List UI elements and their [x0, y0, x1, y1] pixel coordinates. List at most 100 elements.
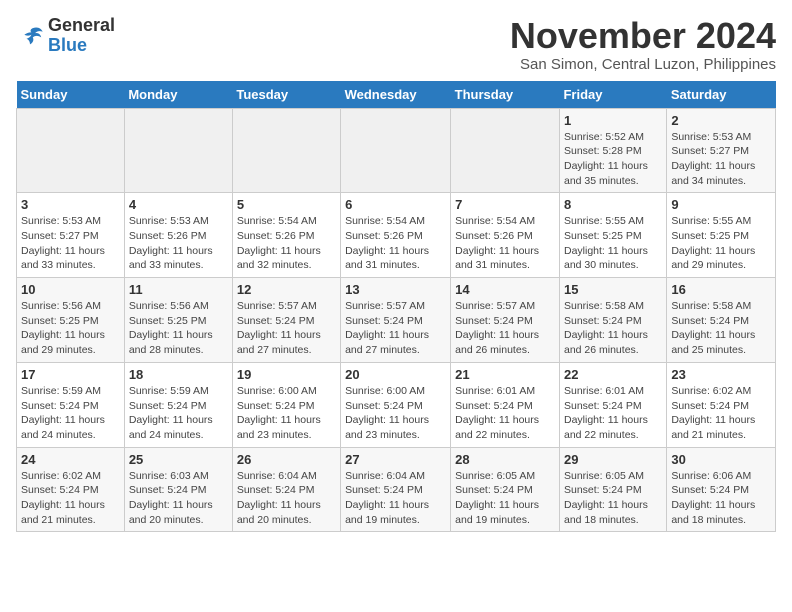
weekday-header-thursday: Thursday [451, 81, 560, 109]
calendar-cell: 14Sunrise: 5:57 AM Sunset: 5:24 PM Dayli… [451, 278, 560, 363]
calendar-table: SundayMondayTuesdayWednesdayThursdayFrid… [16, 81, 776, 533]
day-number: 26 [237, 452, 336, 467]
day-number: 17 [21, 367, 120, 382]
calendar-cell: 10 Sunrise: 5:56 AM Sunset: 5:25 PM Dayli… [17, 278, 125, 363]
day-number: 9 [671, 197, 771, 212]
day-info: Sunrise: 5:54 AM Sunset: 5:26 PM Dayligh… [455, 214, 555, 273]
day-number: 27 [345, 452, 446, 467]
day-number: 25 [129, 452, 228, 467]
weekday-header-monday: Monday [124, 81, 232, 109]
day-info: Sunrise: 6:00 AM Sunset: 5:24 PM Dayligh… [237, 384, 336, 443]
location-subtitle: San Simon, Central Luzon, Philippines [510, 56, 776, 73]
day-info: Sunrise: 5:58 AM Sunset: 5:24 PM Dayligh… [671, 299, 771, 358]
day-number: 2 [671, 113, 771, 128]
calendar-cell: 24 Sunrise: 6:02 AM Sunset: 5:24 PM Dayli… [17, 447, 125, 532]
calendar-cell: 17 Sunrise: 5:59 AM Sunset: 5:24 PM Dayli… [17, 362, 125, 447]
calendar-week-1: 1Sunrise: 5:52 AM Sunset: 5:28 PM Daylig… [17, 108, 776, 193]
logo-general: General [48, 15, 115, 35]
day-info: Sunrise: 5:57 AM Sunset: 5:24 PM Dayligh… [455, 299, 555, 358]
day-number: 22 [564, 367, 662, 382]
page-header: General Blue November 2024 San Simon, Ce… [16, 16, 776, 73]
day-number: 6 [345, 197, 446, 212]
calendar-cell: 11Sunrise: 5:56 AM Sunset: 5:25 PM Dayli… [124, 278, 232, 363]
day-number: 8 [564, 197, 662, 212]
weekday-header-tuesday: Tuesday [232, 81, 340, 109]
day-number: 18 [129, 367, 228, 382]
day-info: Sunrise: 5:55 AM Sunset: 5:25 PM Dayligh… [564, 214, 662, 273]
day-info: Sunrise: 5:58 AM Sunset: 5:24 PM Dayligh… [564, 299, 662, 358]
day-number: 12 [237, 282, 336, 297]
title-area: November 2024 San Simon, Central Luzon, … [510, 16, 776, 73]
calendar-cell: 19 Sunrise: 6:00 AM Sunset: 5:24 PM Dayli… [232, 362, 340, 447]
day-info: Sunrise: 6:02 AM Sunset: 5:24 PM Dayligh… [671, 384, 771, 443]
calendar-cell: 16 Sunrise: 5:58 AM Sunset: 5:24 PM Dayli… [667, 278, 776, 363]
calendar-cell: 2Sunrise: 5:53 AM Sunset: 5:27 PM Daylig… [667, 108, 776, 193]
day-number: 23 [671, 367, 771, 382]
calendar-week-3: 10 Sunrise: 5:56 AM Sunset: 5:25 PM Dayli… [17, 278, 776, 363]
day-number: 29 [564, 452, 662, 467]
day-number: 3 [21, 197, 120, 212]
day-info: Sunrise: 5:57 AM Sunset: 5:24 PM Dayligh… [345, 299, 446, 358]
calendar-week-5: 24 Sunrise: 6:02 AM Sunset: 5:24 PM Dayli… [17, 447, 776, 532]
day-info: Sunrise: 5:54 AM Sunset: 5:26 PM Dayligh… [237, 214, 336, 273]
day-info: Sunrise: 5:53 AM Sunset: 5:27 PM Dayligh… [21, 214, 120, 273]
day-number: 13 [345, 282, 446, 297]
day-number: 16 [671, 282, 771, 297]
calendar-cell: 30Sunrise: 6:06 AM Sunset: 5:24 PM Dayli… [667, 447, 776, 532]
day-number: 24 [21, 452, 120, 467]
calendar-cell: 28Sunrise: 6:05 AM Sunset: 5:24 PM Dayli… [451, 447, 560, 532]
calendar-cell: 25 Sunrise: 6:03 AM Sunset: 5:24 PM Dayli… [124, 447, 232, 532]
calendar-cell: 1Sunrise: 5:52 AM Sunset: 5:28 PM Daylig… [559, 108, 666, 193]
day-number: 11 [129, 282, 228, 297]
calendar-cell: 23 Sunrise: 6:02 AM Sunset: 5:24 PM Dayli… [667, 362, 776, 447]
month-title: November 2024 [510, 16, 776, 56]
calendar-cell [17, 108, 125, 193]
day-info: Sunrise: 6:01 AM Sunset: 5:24 PM Dayligh… [455, 384, 555, 443]
calendar-cell: 26 Sunrise: 6:04 AM Sunset: 5:24 PM Dayli… [232, 447, 340, 532]
calendar-cell [232, 108, 340, 193]
weekday-header-wednesday: Wednesday [341, 81, 451, 109]
calendar-cell: 8 Sunrise: 5:55 AM Sunset: 5:25 PM Daylig… [559, 193, 666, 278]
calendar-cell: 4 Sunrise: 5:53 AM Sunset: 5:26 PM Daylig… [124, 193, 232, 278]
calendar-cell: 22 Sunrise: 6:01 AM Sunset: 5:24 PM Dayli… [559, 362, 666, 447]
day-info: Sunrise: 6:06 AM Sunset: 5:24 PM Dayligh… [671, 469, 771, 528]
day-number: 7 [455, 197, 555, 212]
day-info: Sunrise: 5:52 AM Sunset: 5:28 PM Dayligh… [564, 130, 662, 189]
calendar-cell: 18 Sunrise: 5:59 AM Sunset: 5:24 PM Dayli… [124, 362, 232, 447]
day-number: 21 [455, 367, 555, 382]
day-info: Sunrise: 6:00 AM Sunset: 5:24 PM Dayligh… [345, 384, 446, 443]
day-number: 4 [129, 197, 228, 212]
day-info: Sunrise: 5:59 AM Sunset: 5:24 PM Dayligh… [21, 384, 120, 443]
logo-text: General Blue [48, 16, 115, 56]
day-info: Sunrise: 6:02 AM Sunset: 5:24 PM Dayligh… [21, 469, 120, 528]
day-number: 10 [21, 282, 120, 297]
day-info: Sunrise: 5:55 AM Sunset: 5:25 PM Dayligh… [671, 214, 771, 273]
weekday-header-sunday: Sunday [17, 81, 125, 109]
calendar-cell: 21 Sunrise: 6:01 AM Sunset: 5:24 PM Dayli… [451, 362, 560, 447]
day-info: Sunrise: 6:03 AM Sunset: 5:24 PM Dayligh… [129, 469, 228, 528]
day-info: Sunrise: 5:57 AM Sunset: 5:24 PM Dayligh… [237, 299, 336, 358]
calendar-cell: 27 Sunrise: 6:04 AM Sunset: 5:24 PM Dayli… [341, 447, 451, 532]
logo-bird-icon [16, 22, 44, 50]
calendar-cell: 13 Sunrise: 5:57 AM Sunset: 5:24 PM Dayli… [341, 278, 451, 363]
calendar-cell: 7 Sunrise: 5:54 AM Sunset: 5:26 PM Daylig… [451, 193, 560, 278]
weekday-header-friday: Friday [559, 81, 666, 109]
day-number: 19 [237, 367, 336, 382]
day-info: Sunrise: 6:05 AM Sunset: 5:24 PM Dayligh… [564, 469, 662, 528]
day-number: 20 [345, 367, 446, 382]
day-info: Sunrise: 6:04 AM Sunset: 5:24 PM Dayligh… [345, 469, 446, 528]
day-info: Sunrise: 6:05 AM Sunset: 5:24 PM Dayligh… [455, 469, 555, 528]
calendar-cell: 3 Sunrise: 5:53 AM Sunset: 5:27 PM Daylig… [17, 193, 125, 278]
calendar-cell: 15Sunrise: 5:58 AM Sunset: 5:24 PM Dayli… [559, 278, 666, 363]
calendar-week-4: 17 Sunrise: 5:59 AM Sunset: 5:24 PM Dayli… [17, 362, 776, 447]
calendar-cell: 12 Sunrise: 5:57 AM Sunset: 5:24 PM Dayli… [232, 278, 340, 363]
day-info: Sunrise: 6:01 AM Sunset: 5:24 PM Dayligh… [564, 384, 662, 443]
day-info: Sunrise: 5:56 AM Sunset: 5:25 PM Dayligh… [21, 299, 120, 358]
calendar-cell [341, 108, 451, 193]
weekday-header-row: SundayMondayTuesdayWednesdayThursdayFrid… [17, 81, 776, 109]
calendar-cell: 29 Sunrise: 6:05 AM Sunset: 5:24 PM Dayli… [559, 447, 666, 532]
day-info: Sunrise: 6:04 AM Sunset: 5:24 PM Dayligh… [237, 469, 336, 528]
day-info: Sunrise: 5:53 AM Sunset: 5:26 PM Dayligh… [129, 214, 228, 273]
day-info: Sunrise: 5:59 AM Sunset: 5:24 PM Dayligh… [129, 384, 228, 443]
calendar-cell: 9 Sunrise: 5:55 AM Sunset: 5:25 PM Daylig… [667, 193, 776, 278]
